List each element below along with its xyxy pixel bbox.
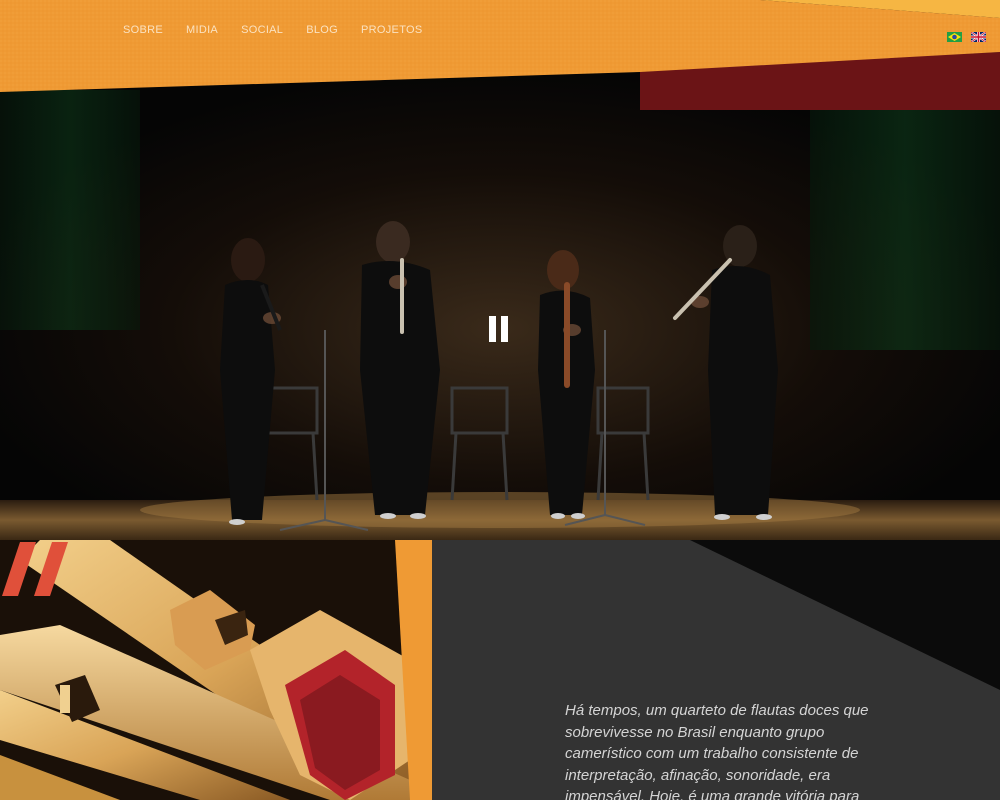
intro-quote-text: Há tempos, um quarteto de flautas doces … [565, 702, 869, 800]
intro-section: Há tempos, um quarteto de flautas doces … [0, 540, 1000, 800]
nav-item-projetos[interactable]: PROJETOS [361, 23, 423, 37]
brazil-flag-icon[interactable] [947, 32, 962, 42]
hero-concert-photo [0, 70, 1000, 540]
header-background [0, 0, 1000, 110]
pause-bar-left [489, 316, 496, 342]
language-switcher [947, 32, 986, 42]
hero-video[interactable] [0, 70, 1000, 540]
pause-icon[interactable] [489, 316, 509, 342]
uk-flag-icon[interactable] [971, 32, 986, 42]
nav-item-blog[interactable]: BLOG [306, 23, 338, 37]
nav-item-sobre[interactable]: SOBRE [123, 23, 163, 37]
main-nav: SOBRE MIDIA SOCIAL BLOG PROJETOS [123, 23, 446, 37]
nav-item-social[interactable]: SOCIAL [241, 23, 283, 37]
quote-mark-icon [2, 542, 68, 596]
nav-item-midia[interactable]: MIDIA [186, 23, 218, 37]
site-header: SOBRE MIDIA SOCIAL BLOG PROJETOS [0, 0, 1000, 110]
pause-bar-right [501, 316, 508, 342]
